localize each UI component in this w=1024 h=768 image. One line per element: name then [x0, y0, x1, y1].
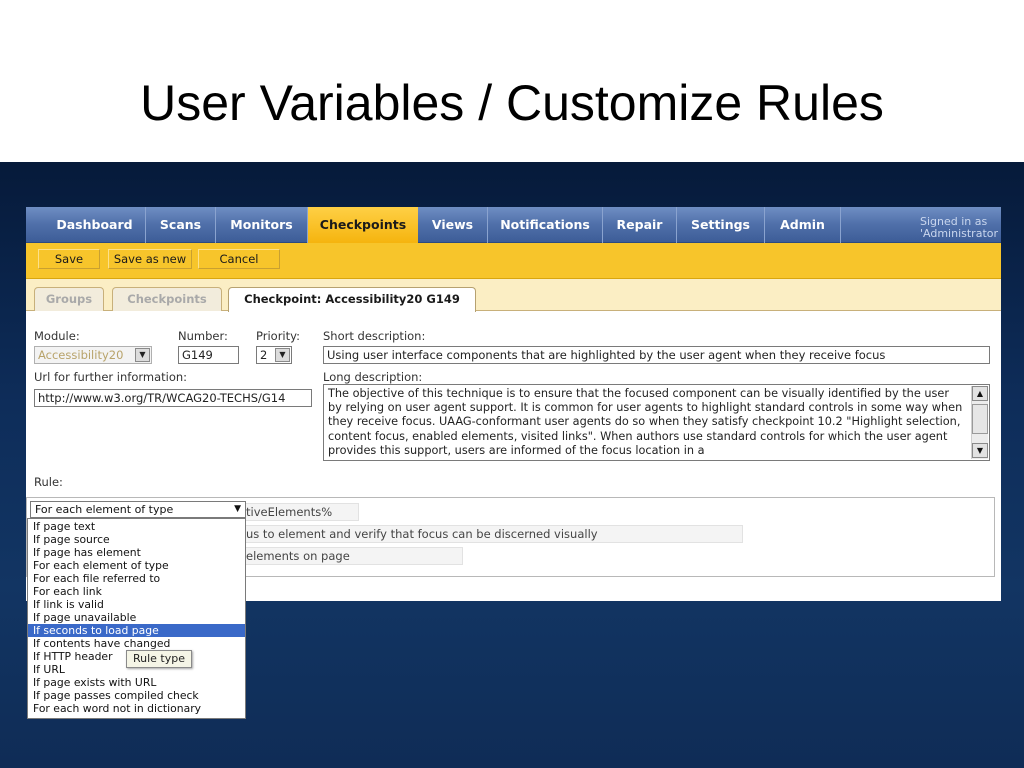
- scroll-down-icon[interactable]: ▼: [972, 443, 988, 458]
- rule-option[interactable]: For each link: [28, 585, 245, 598]
- save-as-new-button[interactable]: Save as new: [108, 249, 192, 269]
- rule-type-select[interactable]: For each element of type ▼: [30, 501, 246, 518]
- chevron-down-icon: ▼: [275, 348, 290, 362]
- scroll-up-icon[interactable]: ▲: [972, 386, 988, 401]
- long-description-scrollbar[interactable]: ▲ ▼: [971, 386, 988, 459]
- nav-tab-dashboard[interactable]: Dashboard: [44, 207, 146, 243]
- rule-option[interactable]: If page passes compiled check: [28, 689, 245, 702]
- number-label: Number:: [178, 329, 228, 343]
- rule-option[interactable]: For each element of type: [28, 559, 245, 572]
- rule-type-value: For each element of type: [35, 503, 174, 516]
- nav-tab-monitors[interactable]: Monitors: [216, 207, 308, 243]
- module-select[interactable]: Accessibility20 ▼: [34, 346, 152, 364]
- rule-label: Rule:: [34, 475, 63, 489]
- priority-select[interactable]: 2 ▼: [256, 346, 292, 364]
- main-nav: Dashboard Scans Monitors Checkpoints Vie…: [26, 207, 1001, 243]
- short-description-field[interactable]: Using user interface components that are…: [323, 346, 990, 364]
- rule-message-field[interactable]: us to element and verify that focus can …: [243, 525, 743, 543]
- rule-type-tooltip: Rule type: [126, 650, 192, 668]
- nav-tab-views[interactable]: Views: [418, 207, 488, 243]
- url-field[interactable]: http://www.w3.org/TR/WCAG20-TECHS/G14: [34, 389, 312, 407]
- rule-option[interactable]: If page exists with URL: [28, 676, 245, 689]
- rule-type-options: If page text If page source If page has …: [27, 518, 246, 719]
- signed-in-status: Signed in as 'Administrator: [920, 216, 1001, 240]
- chevron-down-icon: ▼: [135, 348, 150, 362]
- long-description-text: The objective of this technique is to en…: [328, 387, 963, 457]
- rule-option[interactable]: If page text: [28, 520, 245, 533]
- rule-option[interactable]: If page source: [28, 533, 245, 546]
- save-button[interactable]: Save: [38, 249, 100, 269]
- rule-option[interactable]: If contents have changed: [28, 637, 245, 650]
- priority-label: Priority:: [256, 329, 300, 343]
- url-label: Url for further information:: [34, 370, 188, 384]
- nav-tab-scans[interactable]: Scans: [146, 207, 216, 243]
- nav-tab-checkpoints[interactable]: Checkpoints: [308, 207, 418, 243]
- slide-title: User Variables / Customize Rules: [140, 75, 884, 131]
- nav-tab-admin[interactable]: Admin: [765, 207, 841, 243]
- rule-option[interactable]: If link is valid: [28, 598, 245, 611]
- module-value: Accessibility20: [38, 348, 124, 362]
- long-description-label: Long description:: [323, 370, 423, 384]
- rule-option[interactable]: For each word not in dictionary: [28, 702, 245, 715]
- nav-tab-repair[interactable]: Repair: [603, 207, 677, 243]
- module-label: Module:: [34, 329, 80, 343]
- number-field[interactable]: G149: [178, 346, 239, 364]
- rule-option[interactable]: If page has element: [28, 546, 245, 559]
- rule-variable-field[interactable]: tiveElements%: [243, 503, 359, 521]
- chevron-down-icon: ▼: [234, 504, 241, 514]
- action-bar: Save Save as new Cancel: [26, 243, 1001, 279]
- long-description-field[interactable]: The objective of this technique is to en…: [323, 384, 990, 461]
- nav-tab-notifications[interactable]: Notifications: [488, 207, 603, 243]
- subtab-groups[interactable]: Groups: [34, 287, 104, 311]
- rule-scope-field[interactable]: elements on page: [243, 547, 463, 565]
- short-description-label: Short description:: [323, 329, 426, 343]
- signed-in-line2: 'Administrator: [920, 227, 999, 240]
- rule-option[interactable]: For each file referred to: [28, 572, 245, 585]
- scrollbar-thumb[interactable]: [972, 404, 988, 434]
- rule-option[interactable]: If page unavailable: [28, 611, 245, 624]
- subtab-current-checkpoint[interactable]: Checkpoint: Accessibility20 G149: [228, 287, 476, 312]
- priority-value: 2: [260, 348, 268, 362]
- rule-option-selected[interactable]: If seconds to load page: [28, 624, 245, 637]
- subtab-bar: Groups Checkpoints Checkpoint: Accessibi…: [26, 279, 1001, 312]
- cancel-button[interactable]: Cancel: [198, 249, 280, 269]
- subtab-checkpoints[interactable]: Checkpoints: [112, 287, 222, 311]
- nav-tab-settings[interactable]: Settings: [677, 207, 765, 243]
